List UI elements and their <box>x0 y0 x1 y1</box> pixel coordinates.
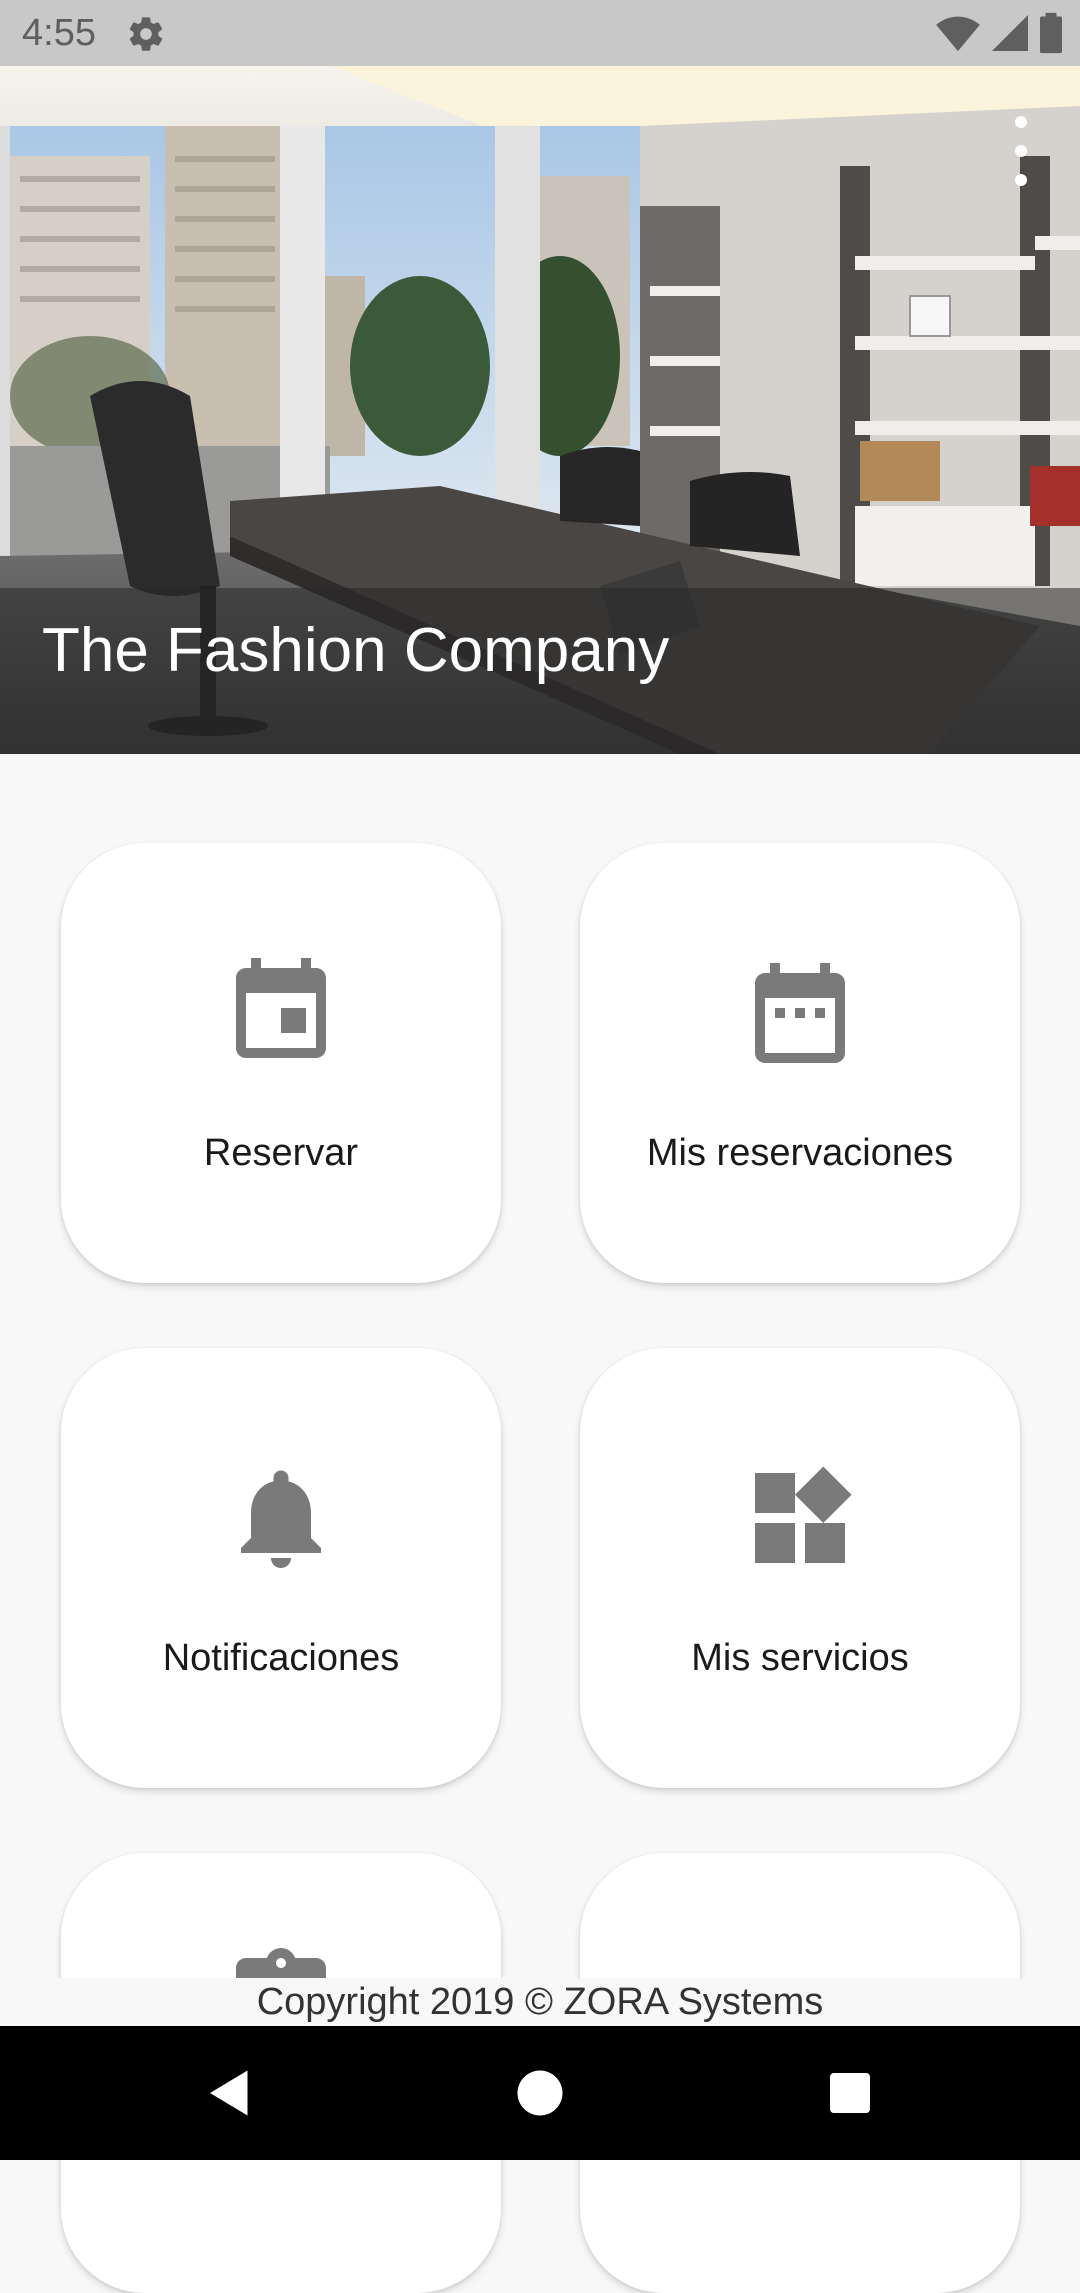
status-icons <box>936 12 1062 54</box>
bell-icon <box>241 1470 321 1568</box>
tile-label: Mis reservaciones <box>646 1132 954 1174</box>
settings-icon <box>129 17 163 51</box>
wifi-icon <box>936 16 980 52</box>
hero-banner: The Fashion Company <box>0 66 1080 754</box>
tile-label: Mis servicios <box>691 1637 909 1679</box>
more-vert-icon[interactable] <box>1006 116 1036 186</box>
status-time: 4:55 <box>22 12 96 54</box>
battery-icon <box>1040 12 1062 54</box>
home-icon[interactable] <box>510 2063 570 2123</box>
tile-notificaciones[interactable]: Notificaciones <box>61 1348 501 1788</box>
copyright-footer: Copyright 2019 © ZORA Systems <box>0 1978 1080 2026</box>
back-icon[interactable] <box>200 2063 260 2123</box>
tile-mis-servicios[interactable]: Mis servicios <box>580 1348 1020 1788</box>
tile-label: Reservar <box>203 1132 359 1174</box>
tile-mis-reservaciones[interactable]: Mis reservaciones <box>580 843 1020 1283</box>
recents-icon[interactable] <box>820 2063 880 2123</box>
tile-label: Notificaciones <box>162 1637 400 1679</box>
system-nav-bar <box>0 2026 1080 2160</box>
tile-reservar[interactable]: Reservar <box>61 843 501 1283</box>
status-bar: 4:55 <box>0 0 1080 66</box>
calendar-today-icon <box>236 958 326 1058</box>
signal-icon <box>992 15 1028 51</box>
hero-title: The Fashion Company <box>42 616 670 685</box>
calendar-view-icon <box>755 963 845 1063</box>
widgets-icon <box>755 1466 852 1563</box>
